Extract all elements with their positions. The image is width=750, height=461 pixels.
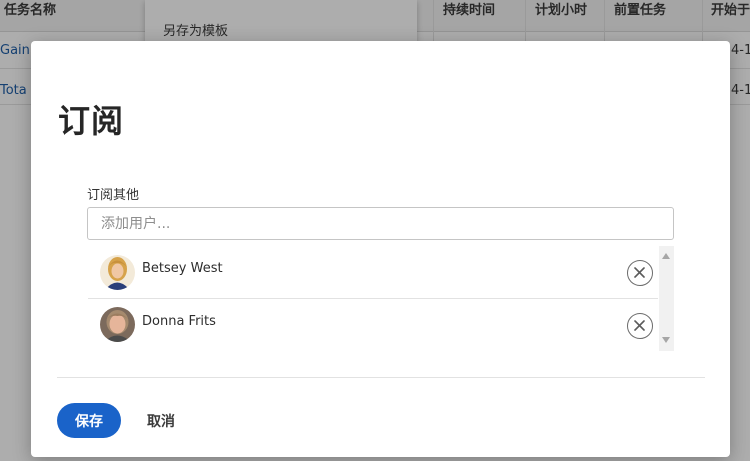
scrollbar[interactable]	[659, 246, 674, 351]
add-user-input[interactable]	[87, 207, 674, 240]
cancel-button[interactable]: 取消	[141, 403, 181, 438]
avatar	[100, 307, 135, 342]
subscribe-others-label: 订阅其他	[87, 188, 140, 203]
subscriber-name: Donna Frits	[142, 314, 216, 329]
scroll-up-arrow-icon[interactable]	[662, 253, 670, 259]
close-icon	[634, 267, 645, 278]
avatar	[100, 255, 135, 290]
remove-subscriber-button[interactable]	[627, 313, 653, 339]
scroll-down-arrow-icon[interactable]	[662, 337, 670, 343]
footer-divider	[57, 377, 705, 378]
remove-subscriber-button[interactable]	[627, 260, 653, 286]
subscriber-name: Betsey West	[142, 261, 223, 276]
list-item: Betsey West	[88, 246, 658, 299]
save-button[interactable]: 保存	[57, 403, 121, 438]
close-icon	[634, 320, 645, 331]
dialog-title: 订阅	[58, 102, 125, 140]
subscribe-dialog: 订阅 订阅其他 Betsey West	[31, 41, 730, 457]
subscriber-list: Betsey West Donna Frits	[88, 246, 674, 351]
list-item: Donna Frits	[88, 299, 658, 351]
